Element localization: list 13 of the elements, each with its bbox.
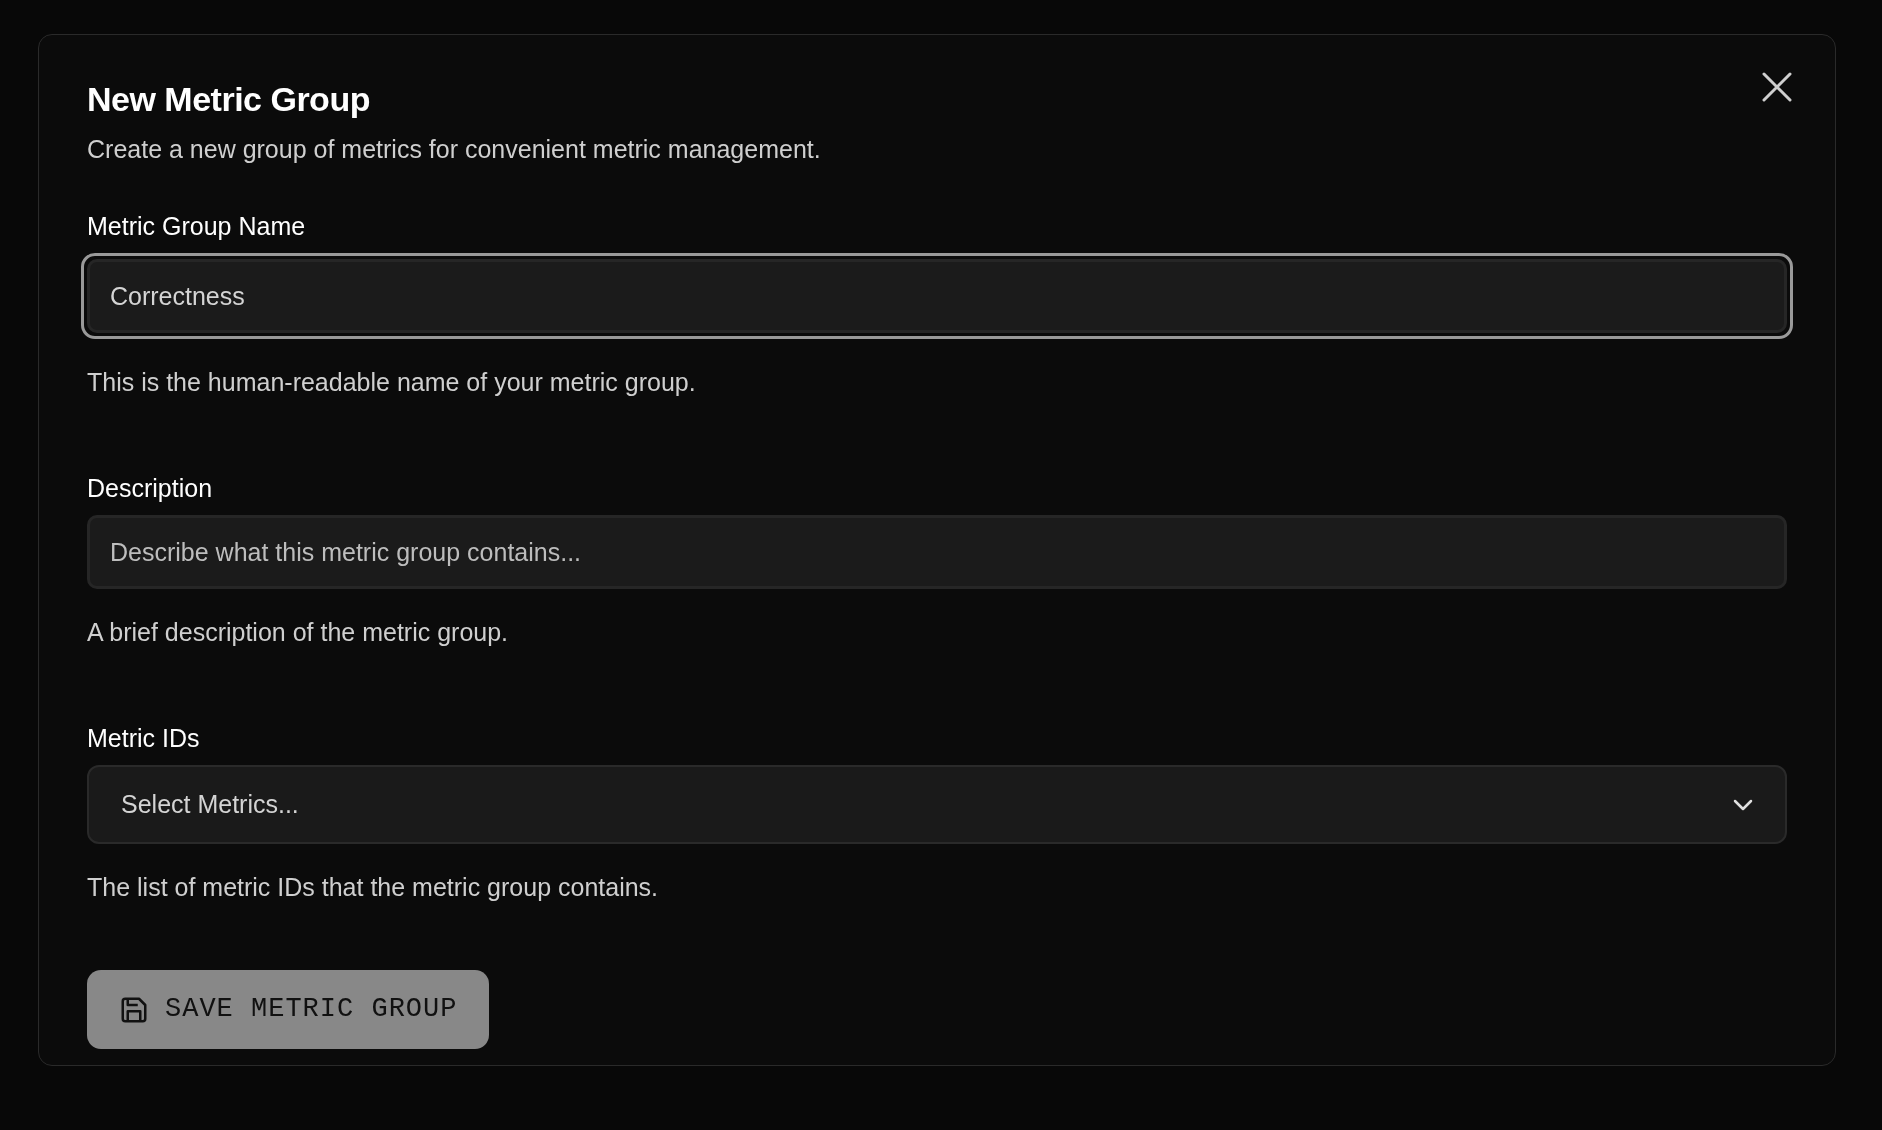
field-label: Metric IDs [87,723,201,754]
field-label: Metric Group Name [87,211,307,242]
dialog-description: Create a new group of metrics for convenient metric management. [87,134,822,165]
text-field[interactable]: Describe what this metric group contains... [87,515,1787,589]
chevron-down-icon [1733,798,1753,811]
help-text: The list of metric IDs that the metric group contains. [87,872,660,903]
select-dropdown[interactable]: Select Metrics... [87,765,1787,844]
text-field[interactable]: Correctness [87,259,1787,333]
help-text: This is the human-readable name of your metric group. [87,367,697,398]
help-text: A brief description of the metric group. [87,617,510,648]
field-label: Description [87,473,214,504]
dialog-title: New Metric Group [87,79,370,120]
close-icon [1762,72,1792,102]
